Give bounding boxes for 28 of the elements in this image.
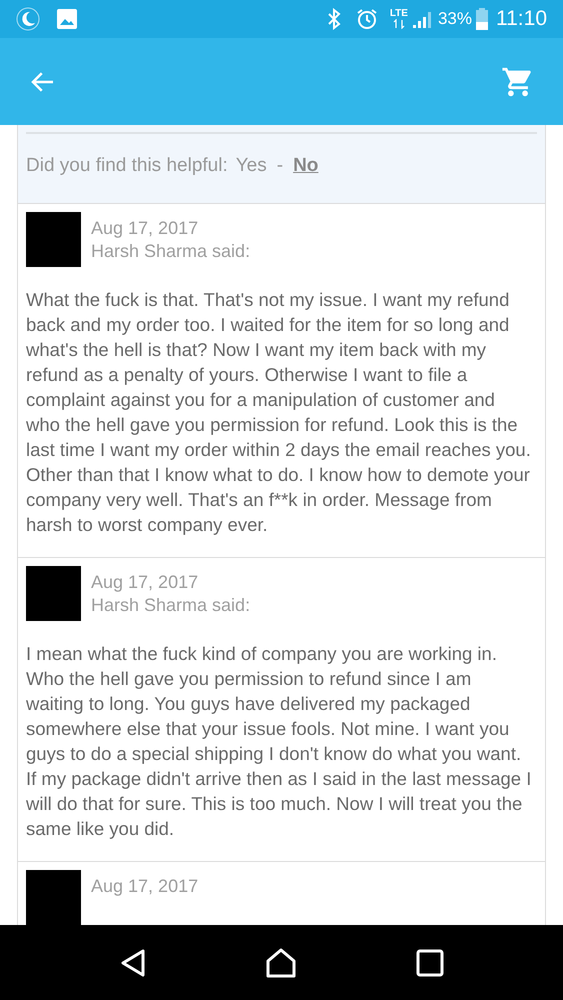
comment-author: Harsh Sharma said: (91, 240, 250, 262)
moon-icon (16, 7, 40, 31)
signal-icon (412, 9, 434, 29)
comment-author: Harsh Sharma said: (91, 594, 250, 616)
separator: - (276, 154, 284, 178)
comment-date: Aug 17, 2017 (91, 570, 200, 594)
home-icon (265, 946, 298, 978)
avatar (26, 212, 81, 266)
comment-text: What the fuck is that. That's not my issue. I want my refund back and my order too. I waited for the item for so long and what's the hell is that? Now I want my item back with my refund as a penalty of yours. Otherwise I want to file a complaint against you for a manipulation of customer and who the hell gave you permission for refund. Look this is the last time I want my order within 2 days the email reaches you. Other than that I know what to do. I know how to demote your company very well. That's an f**k in order. Message from harsh to worst company ever. (26, 288, 532, 536)
battery-percent: 33% (438, 8, 472, 30)
image-icon (56, 8, 78, 30)
avatar (26, 566, 81, 620)
vote-link[interactable]: No (293, 152, 318, 180)
comment-date: Aug 17, 2017 (91, 216, 200, 240)
network-label: LTE (390, 9, 408, 19)
comment-text: I mean what the fuck kind of company you are working in. Who the hell gave you permission to refund since I am waiting to long. You guys have delivered my packaged somewhere else that your issue fools. Not mine. I want you guys to do a special shipping I don't know do what you want. If my package didn't arrive then as I said in the last message I will do that for sure. This is too much. Now I will treat you the same like you did. (26, 642, 532, 840)
back-nav-button[interactable] (119, 948, 148, 978)
recents-button[interactable] (416, 948, 444, 976)
clock-time: 11:10 (496, 6, 547, 32)
helpful-question: Did you find this helpful: (26, 154, 228, 178)
battery-icon (476, 8, 488, 30)
data-arrows-icon (392, 19, 405, 29)
vote-link[interactable]: Yes (236, 152, 267, 180)
home-button[interactable] (265, 946, 298, 978)
alarm-icon (356, 8, 378, 30)
square-icon (416, 948, 444, 976)
triangle-back-icon (119, 948, 148, 978)
comment-date: Aug 17, 2017 (91, 874, 198, 898)
